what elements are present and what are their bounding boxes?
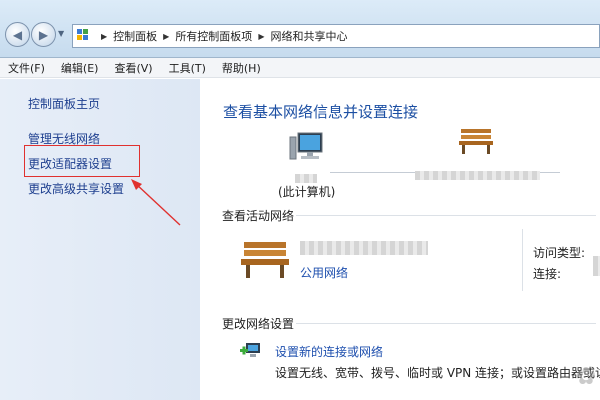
forward-button[interactable]: ▶ xyxy=(31,22,56,47)
breadcrumb-separator-icon: ▶ xyxy=(101,31,108,41)
computer-name-redacted xyxy=(295,174,317,183)
sidebar-item-control-panel-home[interactable]: 控制面板主页 xyxy=(28,95,100,112)
sidebar-item-change-advanced-sharing[interactable]: 更改高级共享设置 xyxy=(28,180,124,197)
menu-file[interactable]: 文件(F) xyxy=(0,60,53,76)
forward-arrow-icon: ▶ xyxy=(38,27,49,42)
network-bench-icon xyxy=(241,242,289,278)
public-network-bench-icon xyxy=(459,129,493,154)
highlight-annotation-box xyxy=(24,145,140,177)
breadcrumb-item[interactable]: 控制面板 xyxy=(113,28,157,44)
connection-label: 连接: xyxy=(533,267,562,281)
network-name-redacted xyxy=(415,171,540,180)
recent-pages-dropdown-icon[interactable]: ▼ xyxy=(58,29,64,38)
active-network-name-redacted xyxy=(300,241,428,255)
menu-help[interactable]: 帮助(H) xyxy=(214,60,269,76)
network-type-link[interactable]: 公用网络 xyxy=(300,264,348,281)
menu-view[interactable]: 查看(V) xyxy=(106,60,160,76)
access-type-label: 访问类型: xyxy=(533,246,586,260)
breadcrumb-separator-icon: ▶ xyxy=(163,31,170,41)
section-divider xyxy=(296,215,596,216)
setup-description: 设置无线、宽带、拨号、临时或 VPN 连接；或设置路由器或访 xyxy=(275,366,600,380)
control-panel-icon xyxy=(77,29,91,43)
sidebar xyxy=(0,79,200,400)
active-networks-title: 查看活动网络 xyxy=(222,209,295,223)
menu-bar: 文件(F) 编辑(E) 查看(V) 工具(T) 帮助(H) xyxy=(0,58,600,78)
main-pane: 查看基本网络信息并设置连接 (此计算机) 查看活动网络 公用网络 访问类型: 连… xyxy=(200,79,600,400)
change-settings-title: 更改网络设置 xyxy=(222,317,295,331)
vertical-divider xyxy=(522,229,523,291)
address-bar: ◀ ▶ ▼ ▶ 控制面板 ▶ 所有控制面板项 ▶ 网络和共享中心 xyxy=(0,0,600,58)
page-title: 查看基本网络信息并设置连接 xyxy=(223,103,419,121)
breadcrumb-item[interactable]: 网络和共享中心 xyxy=(270,28,347,44)
new-connection-icon xyxy=(240,343,260,357)
this-computer-label: (此计算机) xyxy=(278,185,336,199)
menu-edit[interactable]: 编辑(E) xyxy=(53,60,107,76)
breadcrumb-separator-icon: ▶ xyxy=(258,31,265,41)
setup-new-connection-link[interactable]: 设置新的连接或网络 xyxy=(275,343,383,360)
menu-tools[interactable]: 工具(T) xyxy=(161,60,214,76)
computer-icon xyxy=(289,132,323,160)
section-divider xyxy=(296,323,596,324)
annotation-arrow-icon xyxy=(131,179,181,226)
back-button[interactable]: ◀ xyxy=(5,22,30,47)
breadcrumb[interactable]: ▶ 控制面板 ▶ 所有控制面板项 ▶ 网络和共享中心 xyxy=(72,24,600,48)
watermark-logo: ✿ xyxy=(575,362,596,390)
connection-icon-redacted xyxy=(593,256,600,276)
breadcrumb-item[interactable]: 所有控制面板项 xyxy=(175,28,252,44)
back-arrow-icon: ◀ xyxy=(12,27,23,42)
